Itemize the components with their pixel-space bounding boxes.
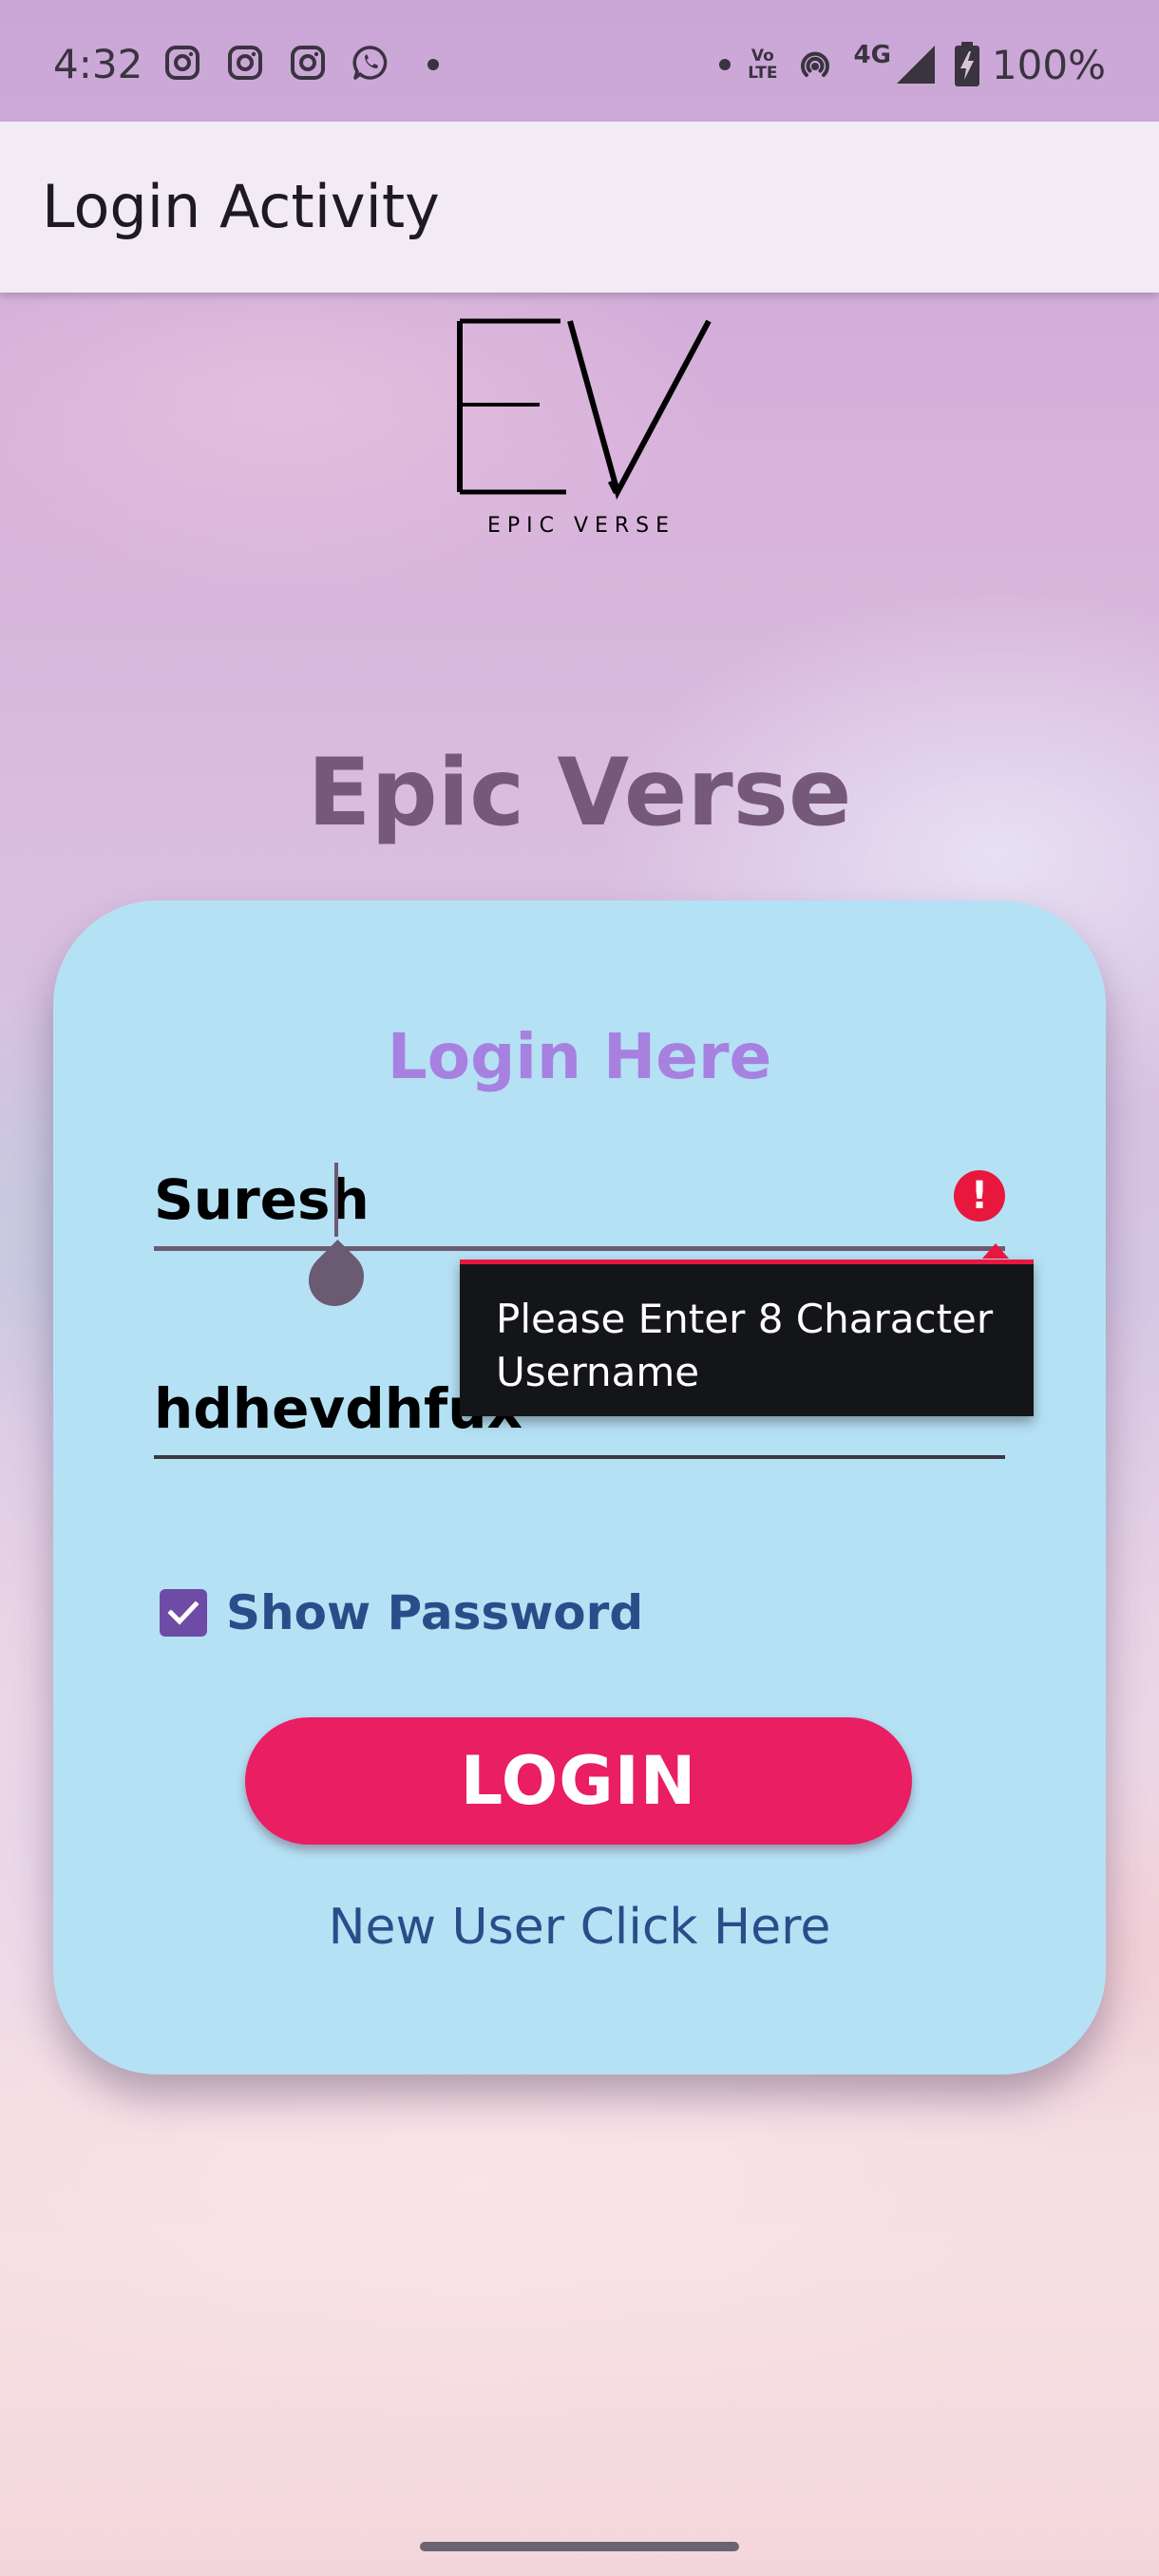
svg-text:EPIC VERSE: EPIC VERSE — [487, 514, 675, 538]
app-bar-title: Login Activity — [42, 172, 440, 241]
battery-percent: 100% — [991, 41, 1106, 88]
password-underline — [154, 1455, 1005, 1459]
battery-charging-icon — [954, 42, 979, 86]
username-field[interactable]: Suresh ! — [154, 1157, 1005, 1318]
caret-handle[interactable] — [296, 1239, 376, 1318]
show-password-checkbox[interactable] — [160, 1589, 207, 1637]
gesture-nav-handle[interactable] — [420, 2542, 739, 2551]
login-button[interactable]: LOGIN — [245, 1717, 912, 1845]
hotspot-icon — [801, 51, 830, 77]
show-password-toggle[interactable]: Show Password — [160, 1586, 643, 1639]
checkmark-icon — [167, 1601, 200, 1625]
signal-icon — [896, 46, 935, 84]
volte-top-label: Vo — [750, 47, 774, 66]
login-card-title: Login Here — [387, 1020, 772, 1093]
epic-verse-logo: EPIC VERSE — [457, 318, 712, 538]
error-icon[interactable]: ! — [954, 1170, 1005, 1222]
whatsapp-icon — [352, 46, 388, 80]
volte-bottom-label: LTE — [748, 64, 778, 83]
notification-dot-icon — [719, 59, 732, 70]
more-dot-icon — [428, 59, 439, 70]
brand-title: Epic Verse — [307, 739, 852, 847]
text-caret — [334, 1163, 338, 1237]
login-card: Login Here Suresh ! hdhevdhfux Please En… — [53, 900, 1106, 2074]
instagram-icon — [165, 46, 200, 80]
error-tooltip-text: Please Enter 8 Character Username — [496, 1296, 994, 1395]
show-password-label: Show Password — [226, 1585, 644, 1640]
volte-icon: Vo LTE — [748, 47, 777, 82]
status-bar: 4:32 Vo LTE 4G 100% — [0, 0, 1159, 122]
app-bar: Login Activity — [0, 122, 1159, 293]
instagram-icon — [228, 46, 262, 80]
error-tooltip: Please Enter 8 Character Username — [460, 1243, 1034, 1416]
new-user-link[interactable]: New User Click Here — [53, 1894, 1106, 1960]
network-type-label: 4G — [853, 41, 891, 69]
status-right-group: Vo LTE 4G 100% — [719, 34, 1106, 95]
status-time: 4:32 — [53, 41, 143, 87]
error-tooltip-arrow — [982, 1243, 1009, 1259]
username-underline — [154, 1246, 1005, 1251]
instagram-icon — [291, 46, 325, 80]
